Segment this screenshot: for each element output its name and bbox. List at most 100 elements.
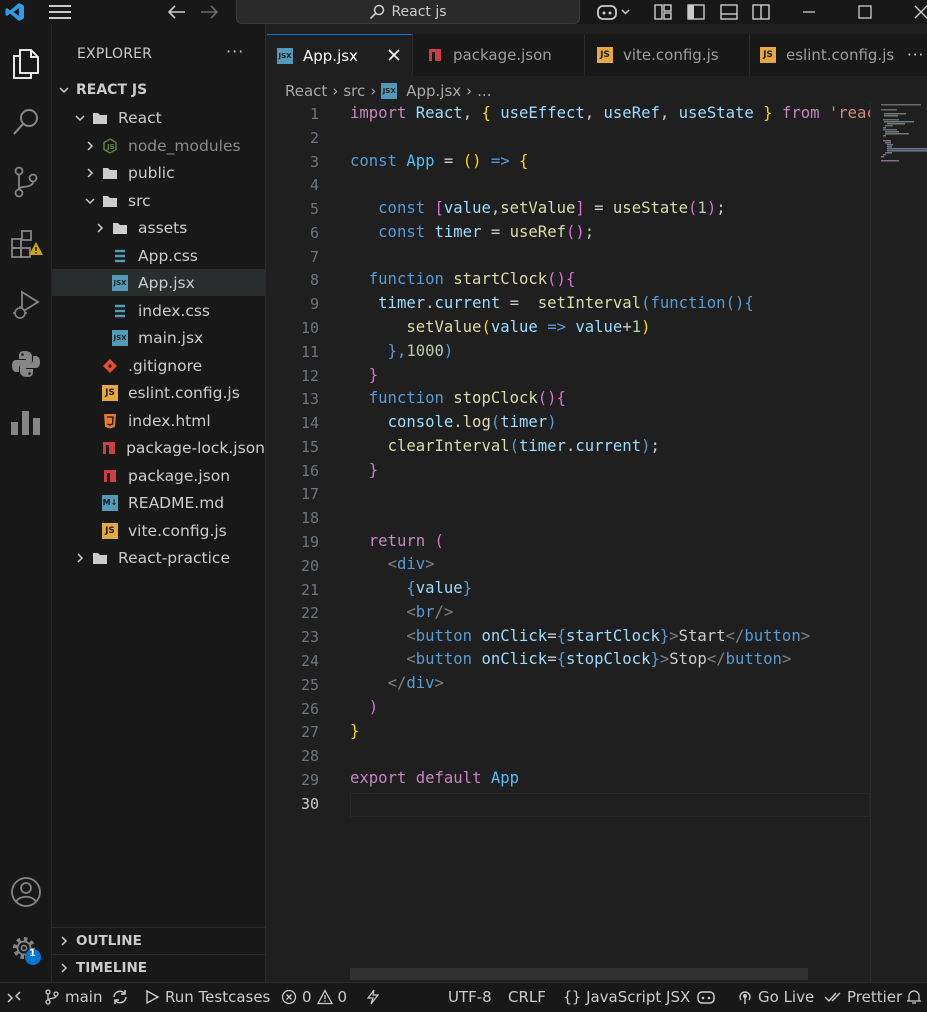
prettier-button[interactable]: Prettier: [824, 983, 902, 1011]
run-testcases-button[interactable]: Run Testcases: [144, 983, 270, 1011]
breadcrumb-item[interactable]: App.jsx: [406, 82, 461, 100]
prettier-label: Prettier: [847, 988, 903, 1006]
minimize-icon[interactable]: [796, 0, 822, 24]
go-live-button[interactable]: Go Live: [737, 983, 814, 1011]
code-line: function startClock(){: [368, 270, 576, 288]
line-number: 1: [309, 105, 319, 123]
code-editor[interactable]: 1 2 3 4 5 6 7 8 9 10 11 12 13 14 15 16 17 18 19 20 21 22 23 24 2…: [267, 102, 870, 982]
tree-item-app-jsx[interactable]: JSX App.jsx: [52, 269, 265, 296]
breadcrumb-item[interactable]: src: [343, 82, 365, 100]
errors-count: 0: [302, 988, 312, 1006]
line-number: 4: [309, 176, 319, 195]
css-file-icon: [112, 248, 128, 264]
command-center-search[interactable]: React js: [236, 0, 580, 24]
tree-item-package-lock[interactable]: package-lock.json: [52, 434, 265, 461]
jsx-file-icon: JSX: [381, 83, 398, 99]
code-line: const timer = useRef();: [378, 223, 595, 241]
tree-item-vite-config[interactable]: JS vite.config.js: [52, 517, 265, 544]
code-line: }: [368, 366, 379, 384]
lightning-icon[interactable]: [366, 983, 380, 1011]
tree-item-node-modules[interactable]: JS node_modules: [52, 132, 265, 159]
workspace-root[interactable]: REACT JS: [52, 76, 265, 103]
copilot-icon[interactable]: [594, 0, 634, 24]
run-debug-icon[interactable]: [0, 280, 52, 328]
tree-item-public[interactable]: public: [52, 159, 265, 186]
explorer-icon[interactable]: [0, 40, 52, 88]
problems-indicator[interactable]: 0 0: [281, 983, 347, 1011]
outline-section[interactable]: OUTLINE: [52, 927, 265, 954]
html-file-icon: [102, 413, 118, 429]
eol-indicator[interactable]: CRLF: [508, 983, 546, 1011]
chevron-right-icon: ›: [370, 82, 377, 100]
jsx-file-icon: JSX: [112, 274, 128, 291]
tree-item-package-json[interactable]: package.json: [52, 462, 265, 489]
explorer-more-icon[interactable]: ···: [226, 42, 244, 61]
toggle-primary-sidebar-icon[interactable]: [685, 0, 707, 24]
copilot-status-icon[interactable]: [696, 983, 716, 1011]
tree-item-react-practice[interactable]: React-practice: [52, 544, 265, 571]
tree-item-index-html[interactable]: index.html: [52, 407, 265, 434]
line-number: 26: [300, 699, 319, 718]
search-icon[interactable]: [0, 98, 52, 146]
tree-item-main-jsx[interactable]: JSX main.jsx: [52, 324, 265, 351]
breadcrumb-item[interactable]: ...: [477, 82, 491, 100]
chevron-right-icon: ›: [466, 82, 473, 100]
language-mode[interactable]: {} JavaScript JSX: [563, 983, 690, 1011]
tab-label: App.jsx: [303, 46, 358, 65]
forward-arrow-icon[interactable]: [198, 0, 220, 24]
folder-icon: [92, 550, 108, 566]
close-tab-icon[interactable]: [387, 48, 401, 66]
tree-item-label: index.css: [138, 301, 211, 320]
tree-item-label: index.html: [128, 411, 211, 430]
tree-item-label: vite.config.js: [128, 521, 227, 540]
breadcrumb-item[interactable]: React: [285, 82, 327, 100]
horizontal-scrollbar[interactable]: [350, 968, 808, 980]
close-window-icon[interactable]: [908, 0, 927, 24]
chevron-right-icon: [58, 935, 70, 947]
tree-item-assets[interactable]: assets: [52, 214, 265, 241]
source-control-icon[interactable]: [0, 158, 52, 206]
back-arrow-icon[interactable]: [166, 0, 188, 24]
language-label: JavaScript JSX: [586, 988, 691, 1006]
tree-item-eslint-config[interactable]: JS eslint.config.js: [52, 379, 265, 406]
python-icon[interactable]: [0, 340, 52, 388]
tree-item-src[interactable]: src: [52, 187, 265, 214]
code-line: clearInterval(timer.current);: [387, 437, 660, 455]
tab-vite-config[interactable]: JS vite.config.js: [585, 34, 750, 76]
line-number: 24: [300, 651, 319, 670]
toggle-panel-icon[interactable]: [718, 0, 740, 24]
tab-package-json[interactable]: package.json: [415, 34, 585, 76]
line-number: 14: [300, 414, 319, 433]
chart-stats-icon[interactable]: [0, 398, 52, 446]
settings-gear-icon[interactable]: 1: [0, 926, 52, 974]
tree-item-react[interactable]: React: [52, 104, 265, 131]
vscode-logo-icon: [2, 0, 28, 24]
code-line: export default App: [350, 769, 520, 787]
tab-more-icon[interactable]: ···: [907, 46, 924, 64]
branch-indicator[interactable]: main: [44, 983, 129, 1011]
timeline-section[interactable]: TIMELINE: [52, 954, 265, 981]
code-line: return (: [368, 532, 444, 550]
error-icon: [281, 989, 297, 1005]
menu-icon[interactable]: [46, 0, 74, 24]
layout-grid-icon[interactable]: [652, 0, 674, 24]
tree-item-readme[interactable]: M↓ README.md: [52, 489, 265, 516]
encoding-indicator[interactable]: UTF-8: [448, 983, 492, 1011]
tab-app-jsx[interactable]: JSX App.jsx: [267, 34, 413, 76]
code-line: <div>: [387, 555, 435, 573]
tree-item-gitignore[interactable]: .gitignore: [52, 352, 265, 379]
toggle-secondary-sidebar-icon[interactable]: [750, 0, 772, 24]
notifications-bell-icon[interactable]: [906, 983, 922, 1011]
npm-file-icon: [427, 47, 443, 63]
tree-item-label: App.jsx: [138, 273, 195, 292]
tab-eslint-config[interactable]: JS eslint.config.js: [750, 34, 902, 76]
maximize-icon[interactable]: [852, 0, 878, 24]
account-icon[interactable]: [0, 868, 52, 916]
minimap[interactable]: [870, 102, 927, 982]
extensions-icon[interactable]: [0, 220, 52, 268]
tree-item-app-css[interactable]: App.css: [52, 242, 265, 269]
sync-icon[interactable]: [111, 989, 129, 1005]
remote-indicator-icon[interactable]: [6, 983, 22, 1011]
tree-item-index-css[interactable]: index.css: [52, 297, 265, 324]
tree-item-label: public: [128, 163, 175, 182]
